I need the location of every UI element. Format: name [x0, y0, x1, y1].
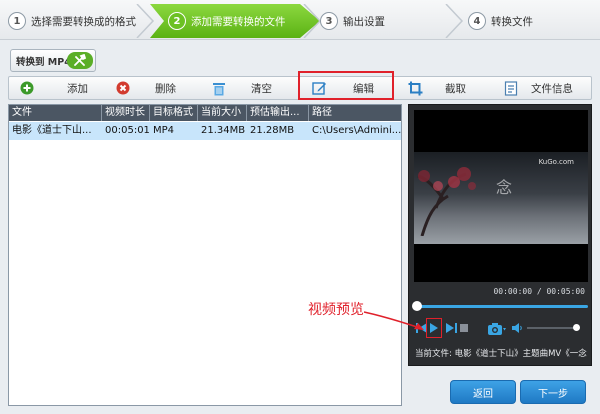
tools-icon [67, 52, 93, 69]
step-label: 转换文件 [491, 15, 533, 28]
annotation-arrow [363, 311, 424, 330]
video-watermark: KuGo.com [538, 158, 574, 166]
column-header-target-format[interactable]: 目标格式 [150, 105, 198, 121]
volume-slider[interactable] [527, 327, 577, 329]
blossom-tree-image [417, 167, 476, 236]
video-preview-panel: KuGo.com 念 00:00:00 / 00:05:00 当前文件: 电影《… [408, 104, 592, 366]
step-number: 4 [468, 12, 486, 30]
play-highlight-box [426, 318, 442, 338]
file-info-icon [503, 80, 519, 96]
step-bar: 1 选择需要转换成的格式 2 添加需要转换的文件 3 输出设置 4 转换文件 [0, 0, 600, 40]
table-row[interactable]: 电影《道士下山... 00:05:01 MP4 21.34MB 21.28MB … [9, 122, 401, 140]
step-label: 选择需要转换成的格式 [31, 15, 136, 28]
edit-highlight-box [298, 71, 394, 100]
delete-icon [115, 80, 131, 96]
cell-target-format: MP4 [153, 125, 175, 136]
step-label: 添加需要转换的文件 [191, 15, 286, 28]
column-header-current-size[interactable]: 当前大小 [198, 105, 247, 121]
add-label: 添加 [67, 83, 88, 95]
volume-handle[interactable] [573, 324, 580, 331]
video-screen[interactable]: KuGo.com 念 [414, 110, 588, 282]
step-separator [136, 4, 155, 38]
convert-format-label: 转换到 MP4 [16, 56, 71, 68]
cell-file: 电影《道士下山... [12, 125, 92, 136]
next-button[interactable]: 下一步 [520, 380, 586, 404]
delete-button[interactable]: 删除 [115, 77, 205, 99]
stop-icon[interactable] [459, 322, 469, 334]
file-info-button[interactable]: 文件信息 [503, 77, 587, 99]
step-3[interactable]: 3 输出设置 [320, 8, 385, 34]
cell-current-size: 21.34MB [201, 125, 246, 136]
video-frame: KuGo.com 念 [414, 152, 588, 244]
crop-icon [407, 80, 423, 96]
column-header-file[interactable]: 文件 [9, 105, 102, 121]
cell-path: C:\Users\Admini... [312, 125, 401, 136]
step-number: 3 [320, 12, 338, 30]
crop-button[interactable]: 截取 [407, 77, 487, 99]
file-info-label: 文件信息 [531, 83, 573, 95]
convert-format-button[interactable]: 转换到 MP4 [10, 49, 96, 72]
table-header: 文件 视频时长 目标格式 当前大小 预估输出... 路径 [9, 105, 401, 121]
camera-icon[interactable] [487, 322, 507, 335]
file-table: 文件 视频时长 目标格式 当前大小 预估输出... 路径 电影《道士下山... … [8, 104, 402, 406]
add-icon [19, 80, 35, 96]
step-separator [445, 4, 464, 38]
video-title-glyph: 念 [496, 178, 513, 197]
crop-label: 截取 [445, 83, 466, 95]
volume-icon[interactable] [511, 322, 523, 334]
step-separator [303, 4, 322, 38]
step-1[interactable]: 1 选择需要转换成的格式 [8, 8, 136, 34]
column-header-path[interactable]: 路径 [309, 105, 401, 121]
step-2[interactable]: 2 添加需要转换的文件 [168, 8, 286, 34]
annotation-label: 视频预览 [308, 302, 364, 318]
add-button[interactable]: 添加 [19, 77, 109, 99]
step-4[interactable]: 4 转换文件 [468, 8, 533, 34]
next-icon[interactable] [445, 322, 457, 334]
cell-duration: 00:05:01 [105, 125, 150, 136]
seek-bar[interactable] [414, 305, 588, 308]
step-label: 输出设置 [343, 15, 385, 28]
step-number: 1 [8, 12, 26, 30]
time-display: 00:00:00 / 00:05:00 [493, 287, 585, 296]
back-button[interactable]: 返回 [450, 380, 516, 404]
clear-button[interactable]: 清空 [211, 77, 301, 99]
trash-icon [211, 80, 227, 96]
clear-label: 清空 [251, 83, 272, 95]
column-header-estimated-output[interactable]: 预估输出... [247, 105, 309, 121]
delete-label: 删除 [155, 83, 176, 95]
cell-estimated-output: 21.28MB [250, 125, 295, 136]
now-playing-text: 当前文件: 电影《道士下山》主题曲MV《一念 [415, 349, 587, 359]
column-header-duration[interactable]: 视频时长 [102, 105, 150, 121]
step-number: 2 [168, 12, 186, 30]
